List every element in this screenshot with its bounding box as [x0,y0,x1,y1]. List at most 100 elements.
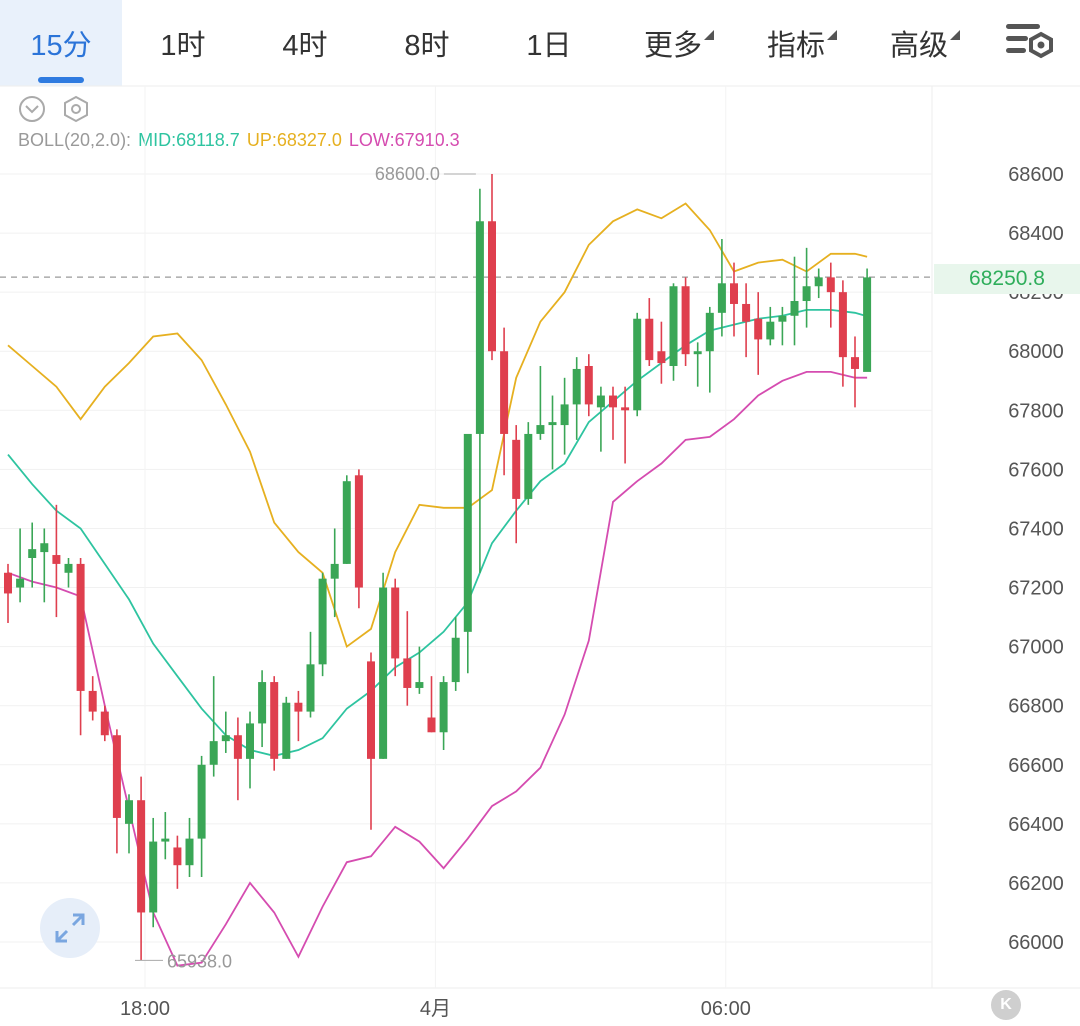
candle-body [270,682,279,759]
chevron-down-circle-icon[interactable] [18,95,46,123]
candle-body [330,563,339,579]
y-tick-label: 67600 [1008,459,1064,481]
y-tick-label: 67200 [1008,578,1064,600]
kline-reset-button[interactable]: K [991,990,1021,1020]
candle-body [209,741,218,765]
indicator-legend: BOLL(20,2.0): MID:68118.7 UP:68327.0 LOW… [18,130,462,151]
x-tick-label: 18:00 [120,998,170,1020]
candle-body [500,351,509,434]
current-price-tag: 68250.8 [934,264,1080,294]
candle-body [693,351,702,355]
candle-body [88,690,97,712]
candle-body [233,735,242,759]
candle-body [439,682,448,733]
y-tick-label: 66600 [1008,755,1064,777]
tab-4h[interactable]: 4时 [244,0,366,86]
candle-body [185,838,194,866]
candle-body [475,221,484,434]
tab-advanced[interactable]: 高级 [858,0,980,86]
tab-label: 4时 [282,30,328,62]
expand-arrows-icon [55,913,85,943]
y-tick-label: 67400 [1008,518,1064,540]
candle-body [790,301,799,316]
boll-upper-band [7,202,868,649]
tab-label: 指标 [766,30,825,62]
boll-mid-value: MID:68118.7 [138,130,240,150]
dropdown-triangle-icon [827,30,837,40]
candle-body [754,318,763,340]
x-tick-label: 06:00 [701,998,751,1020]
candle-body [451,637,460,683]
candle-body [64,563,73,573]
candle-body [306,664,315,712]
y-tick-label: 66000 [1008,932,1064,954]
tab-label: 更多 [643,30,702,62]
candle-body [16,578,25,588]
tab-8h[interactable]: 8时 [366,0,488,86]
candle-body [705,312,714,352]
candle-body [657,351,666,364]
boll-middle-band [7,308,868,757]
candle-body [512,439,521,499]
candle-body [246,723,254,759]
tab-more[interactable]: 更多 [612,0,734,86]
tab-label: 8时 [404,30,450,62]
candle-body [463,433,472,632]
candle-body [52,555,61,564]
tab-label: 高级 [889,30,948,62]
candle-body [717,283,726,313]
y-tick-label: 68000 [1008,341,1064,363]
tab-label: 15分 [30,30,92,62]
hexagon-settings-icon[interactable] [62,95,90,123]
y-tick-label: 66400 [1008,814,1064,836]
candle-body [524,433,533,499]
candle-body [681,286,690,355]
candle-body [742,303,751,322]
candle-body [282,702,291,759]
candle-body [536,425,545,434]
y-tick-label: 68600 [1008,164,1064,186]
tab-label: 1日 [526,30,572,62]
dropdown-triangle-icon [704,30,714,40]
candle-body [548,422,557,426]
candle-body [730,283,738,304]
candle-body [572,368,581,405]
candle-body [633,318,642,411]
candle-body [342,481,351,564]
candle-body [391,587,400,659]
candle-body [221,735,230,742]
candle-body [621,407,630,411]
candle-body [161,838,170,842]
y-tick-label: 67800 [1008,400,1064,422]
tab-15min[interactable]: 15分 [0,0,122,86]
candle-body [851,357,859,369]
candle-body [354,475,363,588]
lines-gear-icon[interactable] [1004,18,1054,64]
tab-indicators[interactable]: 指标 [735,0,857,86]
expand-chart-button[interactable] [40,898,100,958]
boll-lower-band [7,370,868,967]
candle-body [814,277,823,287]
candle-body [826,277,835,293]
tab-label: 1时 [160,30,206,62]
candle-body [778,315,787,322]
candle-body [596,395,605,408]
boll-up-value: UP:68327.0 [246,130,342,150]
candle-body [125,800,133,824]
y-tick-label: 68400 [1008,223,1064,245]
y-tick-label: 67000 [1008,637,1064,659]
candle-body [802,286,811,302]
candlestick-chart: 6860068400682006800067800676006740067200… [0,85,1080,1020]
candle-body [112,735,121,818]
boll-low-value: LOW:67910.3 [348,130,460,150]
dropdown-triangle-icon [950,30,960,40]
candle-body [403,658,412,688]
low-annotation-label: 65938.0 [167,951,232,971]
y-tick-label: 66800 [1008,696,1064,718]
candle-body [76,563,85,691]
tab-1d[interactable]: 1日 [488,0,610,86]
y-tick-label: 66200 [1008,873,1064,895]
candle-body [137,800,146,913]
candle-body [294,702,303,712]
tab-1h[interactable]: 1时 [122,0,244,86]
